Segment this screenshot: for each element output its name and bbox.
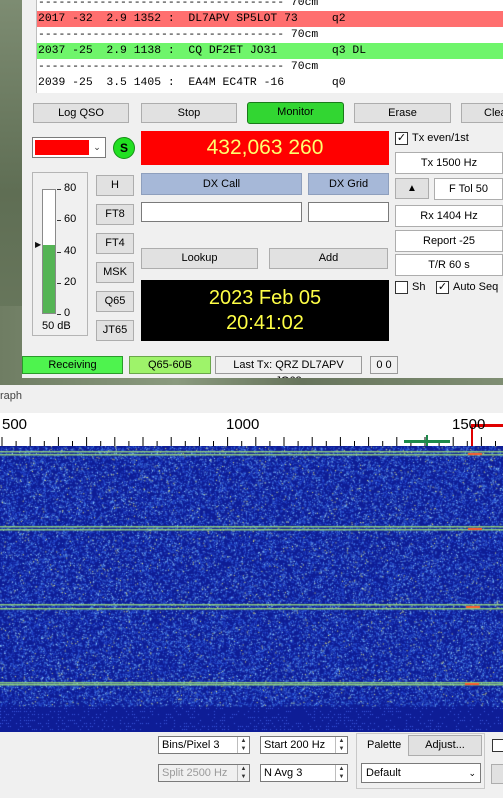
mode-button-h[interactable]: H (96, 175, 134, 196)
dx-grid-label: DX Grid (308, 173, 389, 195)
sh-label: Sh (412, 281, 426, 293)
wsjtx-main-window: ------------------------------------ 70c… (22, 0, 503, 378)
tx-frequency-spinbox[interactable]: Tx 1500 Hz (395, 152, 503, 174)
n-avg-text: N Avg 3 (264, 767, 303, 779)
scale-label-1500: 1500 (452, 416, 486, 433)
meter-track (42, 189, 56, 314)
status-mode: Q65-60B (129, 356, 211, 374)
chevron-down-icon: ⌄ (93, 142, 101, 152)
waterfall-window-title: raph (0, 390, 23, 402)
scale-label-500: 500 (2, 416, 28, 433)
peak-marker-icon: ▶ (35, 239, 42, 249)
add-button[interactable]: Add (269, 248, 388, 269)
auto-seq-checkbox[interactable]: ✓ (436, 281, 449, 294)
tr-period-spinbox[interactable]: T/R 60 s (395, 254, 503, 276)
stop-button[interactable]: Stop (141, 103, 237, 123)
meter-level-fill (43, 244, 55, 313)
start-frequency-spinbox[interactable]: Start 200 Hz ▲ ▼ (260, 736, 348, 754)
sh-checkbox[interactable] (395, 281, 408, 294)
dx-call-input[interactable] (141, 202, 302, 222)
tx-to-rx-arrow-button[interactable]: ▲ (395, 178, 429, 199)
start-frequency-text: Start 200 Hz (264, 739, 326, 751)
spin-arrows-icon: ▲ ▼ (237, 765, 249, 781)
decode-line[interactable]: 2017 -32 2.9 1352 : DL7APV SP5LOT 73 q2 (37, 11, 503, 27)
meter-tick (57, 220, 61, 222)
decode-separator[interactable]: ------------------------------------ 70c… (37, 0, 503, 11)
waterfall-spectrogram[interactable] (0, 446, 503, 732)
tx-even-checkbox[interactable]: ✓ (395, 132, 408, 145)
waterfall-frequency-scale[interactable]: 500 1000 1500 (0, 413, 503, 446)
signal-meter: ▶ 80 60 40 20 0 50 dB (32, 172, 88, 336)
decode-line[interactable]: 2039 -25 3.5 1405 : EA4M EC4TR -16 q0 (37, 75, 503, 91)
palette-label: Palette (367, 739, 402, 751)
status-last-tx: Last Tx: QRZ DL7APV JO62 (215, 356, 362, 378)
status-receiving: Receiving (22, 356, 123, 374)
meter-tick-label: 60 (64, 213, 77, 226)
mode-button-msk[interactable]: MSK (96, 262, 134, 283)
meter-scale: 80 60 40 20 0 (57, 183, 87, 319)
decode-line[interactable]: 2037 -25 2.9 1138 : CQ DF2ET JO31 q3 DL (37, 43, 503, 59)
mode-button-q65[interactable]: Q65 (96, 291, 134, 312)
chevron-down-icon: ⌄ (468, 768, 476, 778)
decode-separator[interactable]: ------------------------------------ 70c… (37, 27, 503, 43)
frequency-display: 432,063 260 (141, 131, 389, 165)
auto-seq-label: Auto Seq (453, 281, 499, 293)
monitor-button[interactable]: Monitor (247, 102, 344, 124)
palette-value: Default (366, 767, 401, 779)
clock-display: 2023 Feb 05 20:41:02 (141, 280, 389, 341)
date-text: 2023 Feb 05 (208, 287, 322, 309)
time-text: 20:41:02 (226, 312, 304, 334)
tx-even-label: Tx even/1st (412, 132, 469, 144)
report-spinbox[interactable]: Report -25 (395, 230, 503, 252)
spin-arrows-icon[interactable]: ▲ ▼ (237, 737, 249, 753)
adjust-button[interactable]: Adjust... (408, 735, 482, 756)
band-color-swatch (35, 140, 89, 155)
meter-db-label: 50 dB (42, 320, 71, 332)
meter-tick (57, 314, 61, 315)
lookup-button[interactable]: Lookup (141, 248, 258, 269)
meter-tick-label: 40 (64, 244, 77, 257)
meter-tick-label: 20 (64, 275, 77, 288)
log-qso-button[interactable]: Log QSO (33, 103, 129, 123)
split-text: Split 2500 Hz (162, 767, 228, 779)
meter-tick-label: 80 (64, 182, 77, 194)
scale-label-1000: 1000 (226, 416, 260, 433)
sync-button[interactable]: S (113, 137, 135, 159)
flatten-checkbox[interactable] (492, 739, 503, 752)
erase-button[interactable]: Erase (354, 103, 451, 123)
dx-grid-input[interactable] (308, 202, 389, 222)
mode-button-ft4[interactable]: FT4 (96, 233, 134, 254)
bins-per-pixel-text: Bins/Pixel 3 (162, 739, 220, 751)
meter-tick-label: 0 (64, 307, 71, 319)
split-spinbox: Split 2500 Hz ▲ ▼ (158, 764, 250, 782)
partial-button[interactable] (491, 764, 503, 784)
meter-tick (57, 282, 61, 284)
rx-frequency-spinbox[interactable]: Rx 1404 Hz (395, 205, 503, 227)
mode-button-jt65[interactable]: JT65 (96, 320, 134, 341)
n-avg-spinbox[interactable]: N Avg 3 ▲ ▼ (260, 764, 348, 782)
dx-call-label: DX Call (141, 173, 302, 195)
ftol-spinbox[interactable]: F Tol 50 (434, 178, 503, 200)
decode-list[interactable]: ------------------------------------ 70c… (36, 0, 503, 93)
spin-arrows-icon[interactable]: ▲ ▼ (335, 765, 347, 781)
spin-arrows-icon[interactable]: ▲ ▼ (335, 737, 347, 753)
decode-separator[interactable]: ------------------------------------ 70c… (37, 59, 503, 75)
waterfall-canvas (0, 446, 503, 732)
band-color-combo[interactable]: ⌄ (32, 137, 106, 158)
meter-tick (57, 189, 61, 190)
mode-button-ft8[interactable]: FT8 (96, 204, 134, 225)
clear-button[interactable]: Clea (461, 103, 503, 123)
palette-select[interactable]: Default ⌄ (361, 763, 481, 783)
status-counter: 0 0 (370, 356, 398, 374)
meter-tick (57, 251, 61, 253)
bins-per-pixel-spinbox[interactable]: Bins/Pixel 3 ▲ ▼ (158, 736, 250, 754)
